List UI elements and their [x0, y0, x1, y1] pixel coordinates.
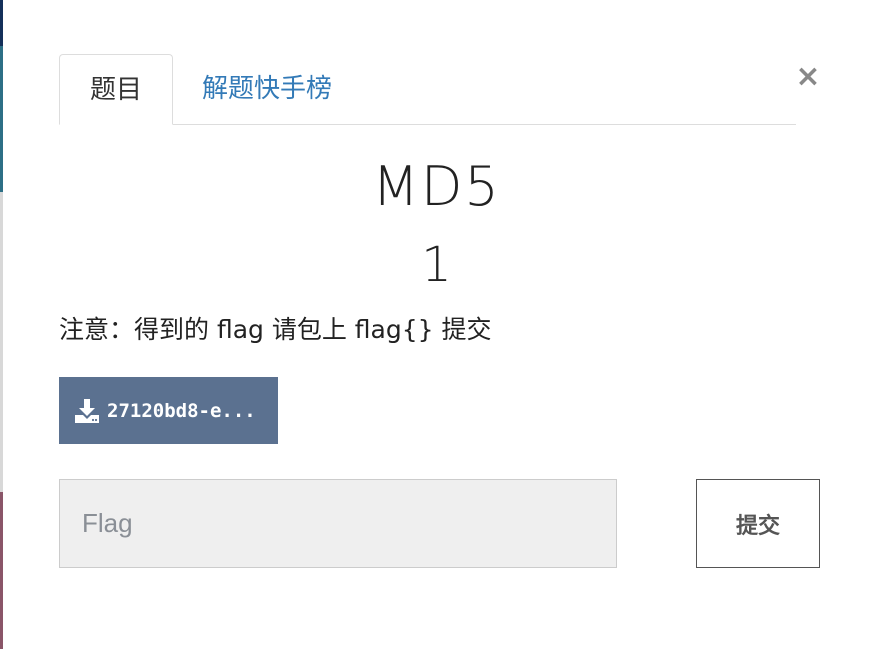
- tab-solves-label: 解题快手榜: [202, 74, 333, 104]
- background-edge: [0, 492, 3, 649]
- tab-challenge-label: 题目: [89, 75, 142, 105]
- close-icon: ×: [795, 59, 821, 94]
- flag-input[interactable]: [59, 479, 617, 568]
- attachment-download-button[interactable]: 27120bd8-e...: [59, 377, 278, 444]
- challenge-modal-page: 题目 解题快手榜 × MD5 1 注意：得到的 flag 请包上 flag{} …: [0, 0, 873, 649]
- close-button[interactable]: ×: [795, 60, 821, 94]
- challenge-points: 1: [421, 237, 452, 293]
- download-icon: [75, 398, 99, 423]
- submit-flag-button[interactable]: 提交: [696, 479, 820, 568]
- tab-challenge[interactable]: 题目: [59, 54, 173, 125]
- challenge-description: 注意：得到的 flag 请包上 flag{} 提交: [59, 315, 492, 344]
- attachment-filename: 27120bd8-e...: [107, 399, 256, 422]
- background-edge: [0, 0, 3, 46]
- challenge-name: MD5: [372, 155, 501, 218]
- tab-solves-leaderboard[interactable]: 解题快手榜: [173, 54, 360, 124]
- modal-tabs: 题目 解题快手榜: [59, 54, 796, 125]
